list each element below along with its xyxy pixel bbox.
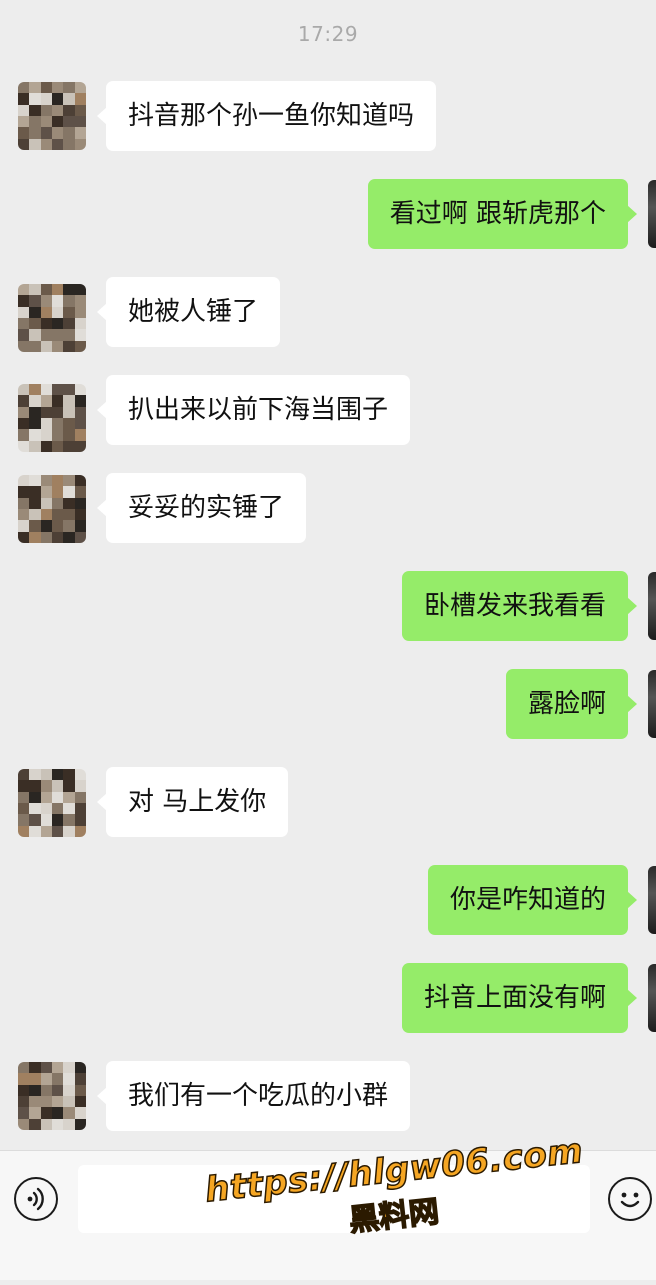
message-bubble-incoming[interactable]: 对 马上发你 [96,767,289,837]
emoji-icon[interactable] [608,1177,652,1221]
message-bubble-incoming[interactable]: 她被人锤了 [96,277,281,347]
contact-avatar[interactable] [18,384,86,452]
message-bubble-outgoing[interactable]: 卧槽发来我看看 [401,571,638,641]
self-avatar[interactable] [648,180,656,248]
contact-avatar[interactable] [18,769,86,837]
self-avatar[interactable] [648,866,656,934]
emoji-icon-glyph [620,1192,640,1208]
message-bubble-outgoing[interactable]: 抖音上面没有啊 [401,963,638,1033]
contact-avatar[interactable] [18,82,86,150]
voice-icon[interactable] [14,1177,58,1221]
self-avatar[interactable] [648,964,656,1032]
voice-icon-glyph [27,1187,44,1211]
chat-timestamp: 17:29 [297,22,359,46]
message-bubble-outgoing[interactable]: 看过啊 跟斩虎那个 [367,179,638,249]
message-bubble-incoming[interactable]: 抖音那个孙一鱼你知道吗 [96,81,437,151]
contact-avatar[interactable] [18,475,86,543]
self-avatar[interactable] [648,572,656,640]
message-bubble-incoming[interactable]: 我们有一个吃瓜的小群 [96,1061,411,1131]
message-input[interactable] [78,1165,590,1233]
message-bubble-outgoing[interactable]: 露脸啊 [505,669,638,739]
message-bubble-incoming[interactable]: 妥妥的实锤了 [96,473,307,543]
self-avatar[interactable] [648,670,656,738]
message-bubble-incoming[interactable]: 扒出来以前下海当围子 [96,375,411,445]
message-bubble-outgoing[interactable]: 你是咋知道的 [427,865,638,935]
contact-avatar[interactable] [18,1062,86,1130]
chat-area: 17:29 抖音那个孙一鱼你知道吗 看过啊 跟斩虎那个 她被人锤了 扒出来以前下… [0,0,656,1150]
input-bar [0,1150,656,1280]
contact-avatar[interactable] [18,284,86,352]
